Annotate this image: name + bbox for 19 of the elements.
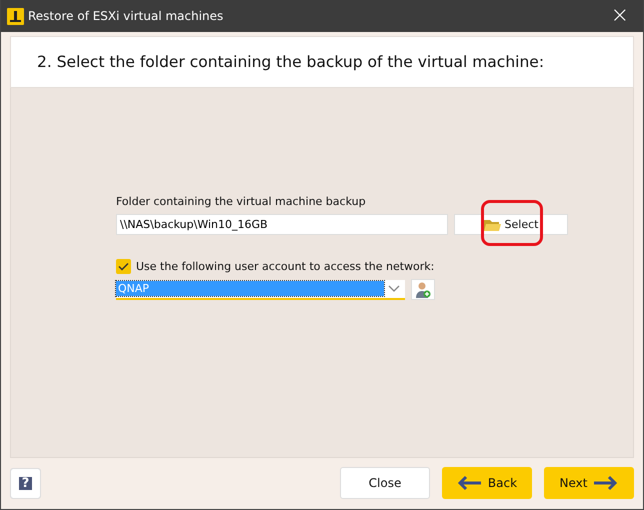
folder-icon: [484, 218, 501, 232]
folder-label: Folder containing the virtual machine backup: [116, 195, 367, 208]
help-button[interactable]: ?: [10, 468, 41, 498]
add-user-button[interactable]: [411, 279, 435, 300]
close-button[interactable]: Close: [340, 467, 430, 499]
window-title: Restore of ESXi virtual machines: [28, 9, 224, 23]
account-checkbox[interactable]: [116, 259, 131, 274]
folder-field[interactable]: \\NAS\backup\Win10_16GB: [116, 214, 448, 235]
step-title: 2. Select the folder containing the backup of the virtual machine:: [37, 53, 544, 71]
arrow-right-icon: [592, 475, 618, 491]
next-button[interactable]: Next: [544, 467, 634, 499]
back-button[interactable]: Back: [442, 467, 532, 499]
select-button[interactable]: Select: [454, 214, 568, 235]
app-icon: [7, 8, 24, 24]
user-add-icon: [415, 280, 431, 298]
close-button[interactable]: ×: [602, 5, 637, 27]
chevron-down-icon: [388, 284, 400, 292]
arrow-left-icon: [456, 475, 483, 491]
account-label: Use the following user account to access the network:: [136, 260, 434, 273]
